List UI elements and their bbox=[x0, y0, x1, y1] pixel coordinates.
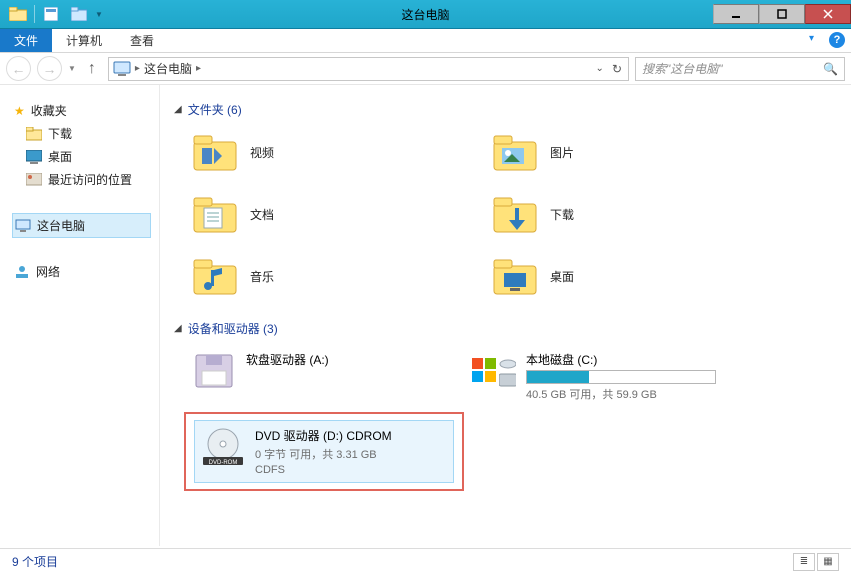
crumb-sep-icon[interactable]: ▸ bbox=[196, 63, 201, 74]
folder-music[interactable]: 音乐 bbox=[192, 256, 472, 296]
sidebar-label: 最近访问的位置 bbox=[48, 171, 132, 188]
forward-button[interactable]: → bbox=[37, 56, 62, 81]
up-button[interactable]: ↑ bbox=[82, 59, 102, 79]
maximize-button[interactable] bbox=[759, 4, 805, 24]
folder-icon bbox=[192, 132, 238, 172]
desktop-icon bbox=[26, 150, 42, 164]
folder-label: 图片 bbox=[550, 144, 574, 161]
hdd-icon bbox=[472, 351, 516, 391]
sidebar-desktop[interactable]: 桌面 bbox=[24, 145, 151, 168]
section-title: 设备和驱动器 (3) bbox=[188, 320, 278, 337]
sidebar-label: 网络 bbox=[36, 263, 60, 280]
breadcrumb-root[interactable]: 这台电脑 bbox=[144, 60, 192, 77]
drive-floppy[interactable]: 软盘驱动器 (A:) bbox=[192, 351, 452, 402]
sidebar-downloads[interactable]: 下载 bbox=[24, 122, 151, 145]
address-bar[interactable]: ▸ 这台电脑 ▸ ⌄ ↻ bbox=[108, 57, 629, 81]
drive-capacity-text: 40.5 GB 可用，共 59.9 GB bbox=[526, 386, 716, 402]
quick-access-toolbar: ▼ bbox=[0, 3, 103, 25]
folder-icon bbox=[492, 132, 538, 172]
search-icon: 🔍 bbox=[823, 62, 838, 76]
folder-label: 视频 bbox=[250, 144, 274, 161]
crumb-sep-icon[interactable]: ▸ bbox=[135, 63, 140, 74]
folder-icon bbox=[492, 256, 538, 296]
sidebar-this-pc[interactable]: 这台电脑 bbox=[12, 213, 151, 238]
window-controls bbox=[713, 5, 851, 24]
sidebar-label: 桌面 bbox=[48, 148, 72, 165]
collapse-icon: ◢ bbox=[174, 104, 182, 115]
section-title: 文件夹 (6) bbox=[188, 101, 242, 118]
tab-computer[interactable]: 计算机 bbox=[52, 29, 116, 52]
folder-documents[interactable]: 文档 bbox=[192, 194, 472, 234]
sidebar-label: 这台电脑 bbox=[37, 217, 85, 234]
folder-icon bbox=[26, 127, 42, 141]
ribbon-tabs: 文件 计算机 查看 ▾ ? bbox=[0, 29, 851, 53]
search-placeholder: 搜索"这台电脑" bbox=[642, 60, 723, 77]
sidebar-favorites[interactable]: ★ 收藏夹 bbox=[12, 99, 151, 122]
collapse-icon: ◢ bbox=[174, 323, 182, 334]
body: ★ 收藏夹 下载 桌面 最近访问的位置 这台电脑 bbox=[0, 85, 851, 546]
section-devices-header[interactable]: ◢ 设备和驱动器 (3) bbox=[174, 320, 839, 337]
sidebar: ★ 收藏夹 下载 桌面 最近访问的位置 这台电脑 bbox=[0, 85, 160, 546]
close-button[interactable] bbox=[805, 4, 851, 24]
network-icon bbox=[14, 265, 30, 279]
help-icon[interactable]: ? bbox=[829, 32, 845, 48]
folder-downloads[interactable]: 下载 bbox=[492, 194, 772, 234]
folder-label: 下载 bbox=[550, 206, 574, 223]
view-large-button[interactable]: ▦ bbox=[817, 553, 839, 571]
dvd-icon: DVD-ROM bbox=[201, 427, 245, 467]
folder-icon bbox=[492, 194, 538, 234]
folder-label: 音乐 bbox=[250, 268, 274, 285]
tab-file[interactable]: 文件 bbox=[0, 29, 52, 52]
sidebar-recent[interactable]: 最近访问的位置 bbox=[24, 168, 151, 191]
computer-icon bbox=[113, 61, 131, 77]
minimize-button[interactable] bbox=[713, 4, 759, 24]
search-input[interactable]: 搜索"这台电脑" 🔍 bbox=[635, 57, 845, 81]
capacity-fill bbox=[527, 371, 589, 383]
drive-name: 软盘驱动器 (A:) bbox=[246, 351, 329, 368]
content-area: ◢ 文件夹 (6) 视频 图片 文档 下载 音乐 bbox=[160, 85, 851, 546]
sidebar-network[interactable]: 网络 bbox=[12, 260, 151, 283]
star-icon: ★ bbox=[14, 104, 25, 118]
drive-c[interactable]: 本地磁盘 (C:) 40.5 GB 可用，共 59.9 GB bbox=[472, 351, 732, 402]
folder-label: 桌面 bbox=[550, 268, 574, 285]
folder-icon bbox=[192, 256, 238, 296]
computer-icon bbox=[15, 219, 31, 233]
tab-view[interactable]: 查看 bbox=[116, 29, 168, 52]
floppy-icon bbox=[192, 351, 236, 391]
status-item-count: 9 个项目 bbox=[12, 553, 58, 570]
drive-filesystem: CDFS bbox=[255, 464, 392, 476]
qat-properties-icon[interactable] bbox=[39, 3, 63, 25]
ribbon-expand-icon[interactable]: ▾ bbox=[809, 33, 823, 47]
capacity-bar bbox=[526, 370, 716, 384]
nav-bar: ← → ▼ ↑ ▸ 这台电脑 ▸ ⌄ ↻ 搜索"这台电脑" 🔍 bbox=[0, 53, 851, 85]
svg-text:DVD-ROM: DVD-ROM bbox=[209, 460, 238, 466]
refresh-icon[interactable]: ↻ bbox=[612, 62, 622, 76]
ribbon-help-area: ▾ ? bbox=[809, 32, 845, 48]
folder-pictures[interactable]: 图片 bbox=[492, 132, 772, 172]
status-bar: 9 个项目 ≣ ▦ bbox=[0, 548, 851, 574]
folder-label: 文档 bbox=[250, 206, 274, 223]
drive-name: DVD 驱动器 (D:) CDROM bbox=[255, 427, 392, 444]
windows-logo-icon bbox=[472, 358, 497, 384]
back-button[interactable]: ← bbox=[6, 56, 31, 81]
qat-dropdown-icon[interactable]: ▼ bbox=[95, 10, 103, 19]
view-details-button[interactable]: ≣ bbox=[793, 553, 815, 571]
qat-new-folder-icon[interactable] bbox=[67, 3, 91, 25]
sidebar-label: 下载 bbox=[48, 125, 72, 142]
sidebar-label: 收藏夹 bbox=[31, 102, 67, 119]
recent-icon bbox=[26, 173, 42, 187]
drive-capacity-text: 0 字节 可用，共 3.31 GB bbox=[255, 446, 392, 462]
address-dropdown-icon[interactable]: ⌄ bbox=[596, 63, 604, 74]
folder-icon bbox=[192, 194, 238, 234]
folder-video[interactable]: 视频 bbox=[192, 132, 472, 172]
history-dropdown-icon[interactable]: ▼ bbox=[68, 64, 76, 73]
explorer-icon[interactable] bbox=[6, 3, 30, 25]
drive-dvd[interactable]: DVD-ROM DVD 驱动器 (D:) CDROM 0 字节 可用，共 3.3… bbox=[194, 420, 454, 483]
drive-name: 本地磁盘 (C:) bbox=[526, 351, 716, 368]
section-folders-header[interactable]: ◢ 文件夹 (6) bbox=[174, 101, 839, 118]
highlight-box: DVD-ROM DVD 驱动器 (D:) CDROM 0 字节 可用，共 3.3… bbox=[184, 412, 464, 491]
title-bar: ▼ 这台电脑 bbox=[0, 0, 851, 29]
folder-desktop[interactable]: 桌面 bbox=[492, 256, 772, 296]
